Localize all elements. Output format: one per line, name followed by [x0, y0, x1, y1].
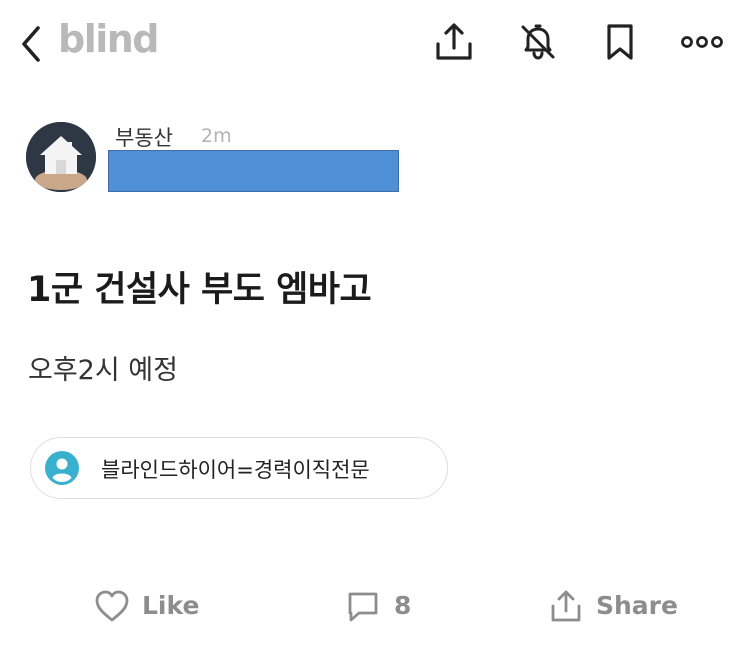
share-button[interactable] — [432, 20, 476, 64]
author-tag-text: 블라인드하이어=경력이직전문 — [101, 458, 370, 482]
share-icon — [551, 590, 581, 622]
redacted-author-info — [108, 150, 399, 192]
person-icon — [45, 451, 79, 485]
post-body: 오후2시 예정 — [28, 355, 178, 386]
comment-button[interactable]: 8 — [346, 586, 416, 628]
notification-toggle[interactable] — [516, 20, 560, 64]
share-post-button[interactable]: Share — [549, 586, 679, 628]
author-tag[interactable]: 블라인드하이어=경력이직전문 — [30, 437, 448, 499]
heart-icon — [95, 590, 129, 622]
bell-off-icon — [521, 24, 555, 60]
top-bar: blind — [0, 0, 748, 90]
channel-avatar[interactable] — [26, 122, 96, 192]
like-label: Like — [142, 591, 200, 620]
share-label: Share — [596, 591, 678, 620]
blind-logo: blind — [58, 17, 160, 61]
like-button[interactable]: Like — [94, 586, 204, 628]
comment-icon — [348, 592, 378, 622]
post-time: 2m — [201, 125, 232, 147]
post-screen: blind 부동산 2m 1군 건설사 부도 엠바고 오후2시 예정 블라인드하… — [0, 0, 748, 646]
more-icon — [681, 36, 723, 48]
post-title: 1군 건설사 부도 엠바고 — [27, 270, 372, 310]
house-icon — [26, 122, 96, 192]
channel-name[interactable]: 부동산 — [115, 122, 173, 152]
back-chevron-icon — [22, 26, 40, 62]
more-button[interactable] — [680, 20, 724, 64]
share-icon — [436, 23, 472, 60]
bookmark-button[interactable] — [598, 20, 642, 64]
bookmark-icon — [607, 24, 633, 60]
comment-count: 8 — [394, 591, 412, 620]
back-button[interactable] — [14, 22, 50, 66]
